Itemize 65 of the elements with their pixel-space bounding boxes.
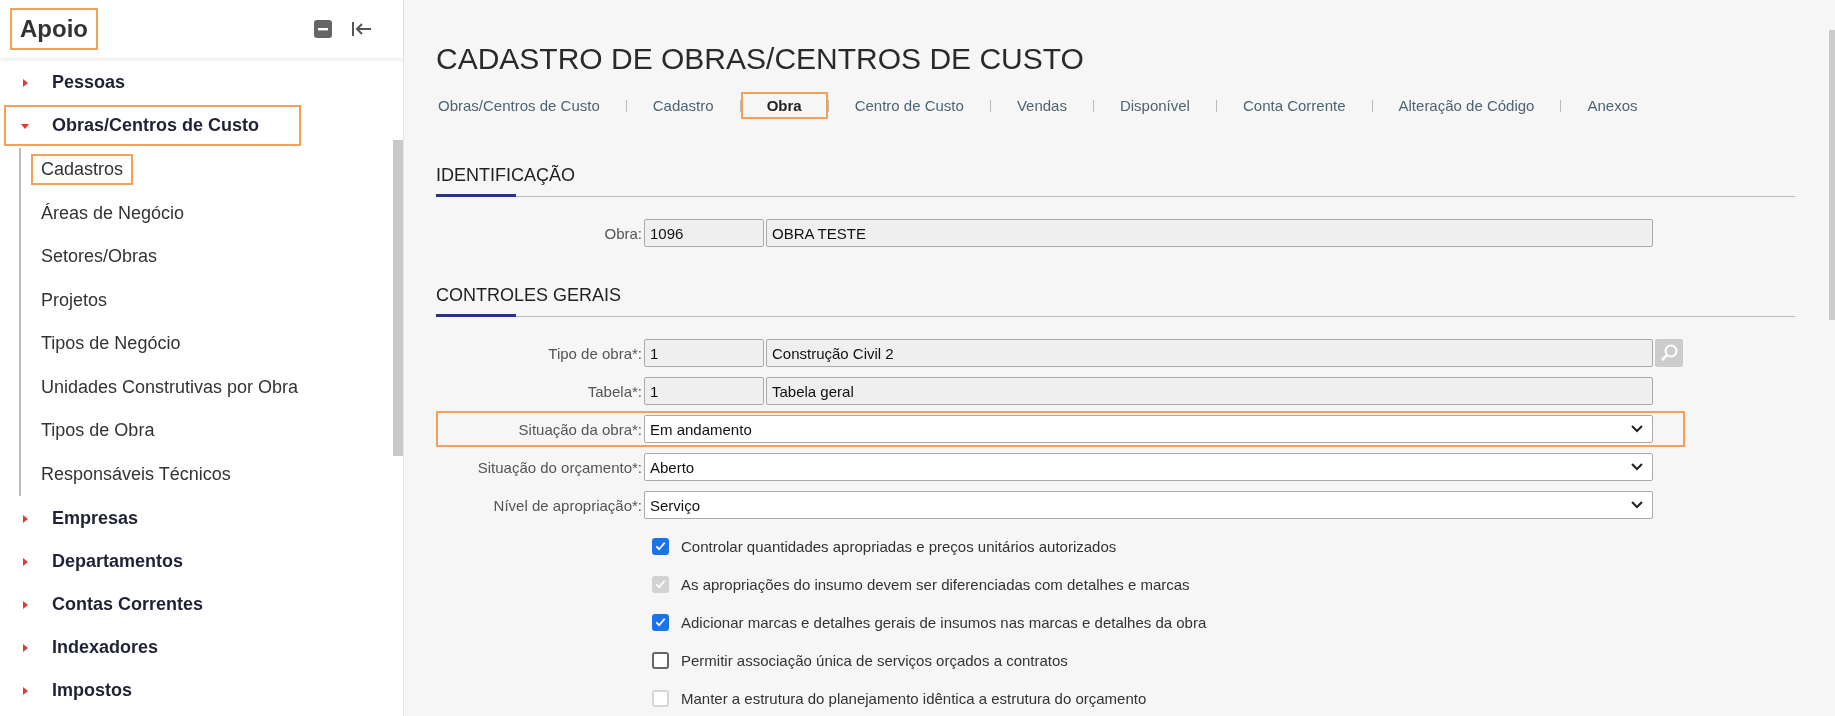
sidebar-title: Apoio: [10, 8, 98, 50]
menu-item[interactable]: Contas Correntes: [4, 584, 220, 625]
search-icon: [1659, 343, 1679, 363]
submenu-item[interactable]: Tipos de Negócio: [31, 328, 191, 360]
tab[interactable]: Disponível: [1093, 92, 1216, 119]
checkbox-label: Adicionar marcas e detalhes gerais de insumos nas marcas e detalhes da obra: [681, 613, 1207, 631]
caret-right-icon: [20, 513, 30, 524]
tab[interactable]: Obras/Centros de Custo: [436, 92, 626, 119]
chevron-down-icon: [1630, 462, 1644, 472]
submenu-item[interactable]: Setores/Obras: [31, 241, 168, 273]
dropdown[interactable]: Aberto: [644, 453, 1653, 481]
scrollbar[interactable]: [393, 140, 403, 456]
menu-item[interactable]: Impostos: [4, 670, 148, 711]
caret-right-icon: [20, 556, 30, 567]
tab[interactable]: Obra: [740, 92, 828, 119]
menu-item[interactable]: Indexadores: [4, 627, 175, 668]
field-label: Nível de apropriação*:: [492, 496, 642, 514]
tab[interactable]: Anexos: [1561, 92, 1664, 119]
caret-right-icon: [20, 685, 30, 696]
code-field[interactable]: 1: [644, 377, 764, 405]
field-label: Situação da obra*:: [517, 420, 642, 438]
code-field[interactable]: 1: [644, 339, 764, 367]
caret-right-icon: [20, 642, 30, 653]
description-field[interactable]: OBRA TESTE: [766, 219, 1653, 247]
checkbox-label: Permitir associação única de serviços orçados a contratos: [681, 651, 1068, 669]
field-label: Situação do orçamento*:: [476, 458, 642, 476]
collapse-all-icon[interactable]: [313, 19, 333, 39]
caret-right-icon: [20, 599, 30, 610]
submenu-item[interactable]: Responsáveis Técnicos: [31, 458, 241, 490]
submenu-item[interactable]: Cadastros: [31, 154, 134, 186]
checkbox[interactable]: [652, 651, 669, 669]
field-label: Obra:: [603, 224, 642, 242]
submenu-item[interactable]: Tipos de Obra: [31, 415, 165, 447]
submenu-item[interactable]: Unidades Construtivas por Obra: [31, 371, 309, 403]
tab[interactable]: Centro de Custo: [828, 92, 990, 119]
collapse-sidebar-icon[interactable]: [351, 19, 373, 39]
dropdown[interactable]: Serviço: [644, 491, 1653, 519]
checkbox[interactable]: [652, 613, 669, 631]
section-heading: IDENTIFICAÇÃO: [436, 165, 576, 186]
code-field[interactable]: 1096: [644, 219, 764, 247]
menu-item[interactable]: Empresas: [4, 498, 155, 539]
submenu-item[interactable]: Áreas de Negócio: [31, 197, 195, 229]
field-label: Tipo de obra*:: [547, 344, 642, 362]
caret-right-icon: [20, 77, 30, 88]
page-title: CADASTRO DE OBRAS/CENTROS DE CUSTO: [436, 42, 1085, 76]
description-field[interactable]: Construção Civil 2: [766, 339, 1653, 367]
menu-item[interactable]: Obras/Centros de Custo: [4, 105, 302, 146]
submenu-item[interactable]: Projetos: [31, 284, 118, 316]
checkbox-label: As apropriações do insumo devem ser diferenciadas com detalhes e marcas: [681, 575, 1190, 593]
field-label: Tabela*:: [586, 382, 642, 400]
tab[interactable]: Conta Corrente: [1216, 92, 1372, 119]
chevron-down-icon: [1630, 424, 1644, 434]
tab[interactable]: Alteração de Código: [1372, 92, 1561, 119]
section-heading: CONTROLES GERAIS: [436, 285, 623, 306]
description-field[interactable]: Tabela geral: [766, 377, 1653, 405]
chevron-down-icon: [1630, 500, 1644, 510]
scrollbar[interactable]: [1829, 30, 1835, 320]
menu-item[interactable]: Pessoas: [4, 62, 142, 103]
checkbox-label: Manter a estrutura do planejamento idêntica a estrutura do orçamento: [681, 689, 1147, 707]
menu-item[interactable]: Departamentos: [4, 541, 200, 582]
tab[interactable]: Vendas: [990, 92, 1093, 119]
checkbox-label: Controlar quantidades apropriadas e preços unitários autorizados: [681, 537, 1117, 555]
tab[interactable]: Cadastro: [626, 92, 740, 119]
checkbox[interactable]: [652, 537, 669, 555]
dropdown[interactable]: Em andamento: [644, 415, 1653, 443]
